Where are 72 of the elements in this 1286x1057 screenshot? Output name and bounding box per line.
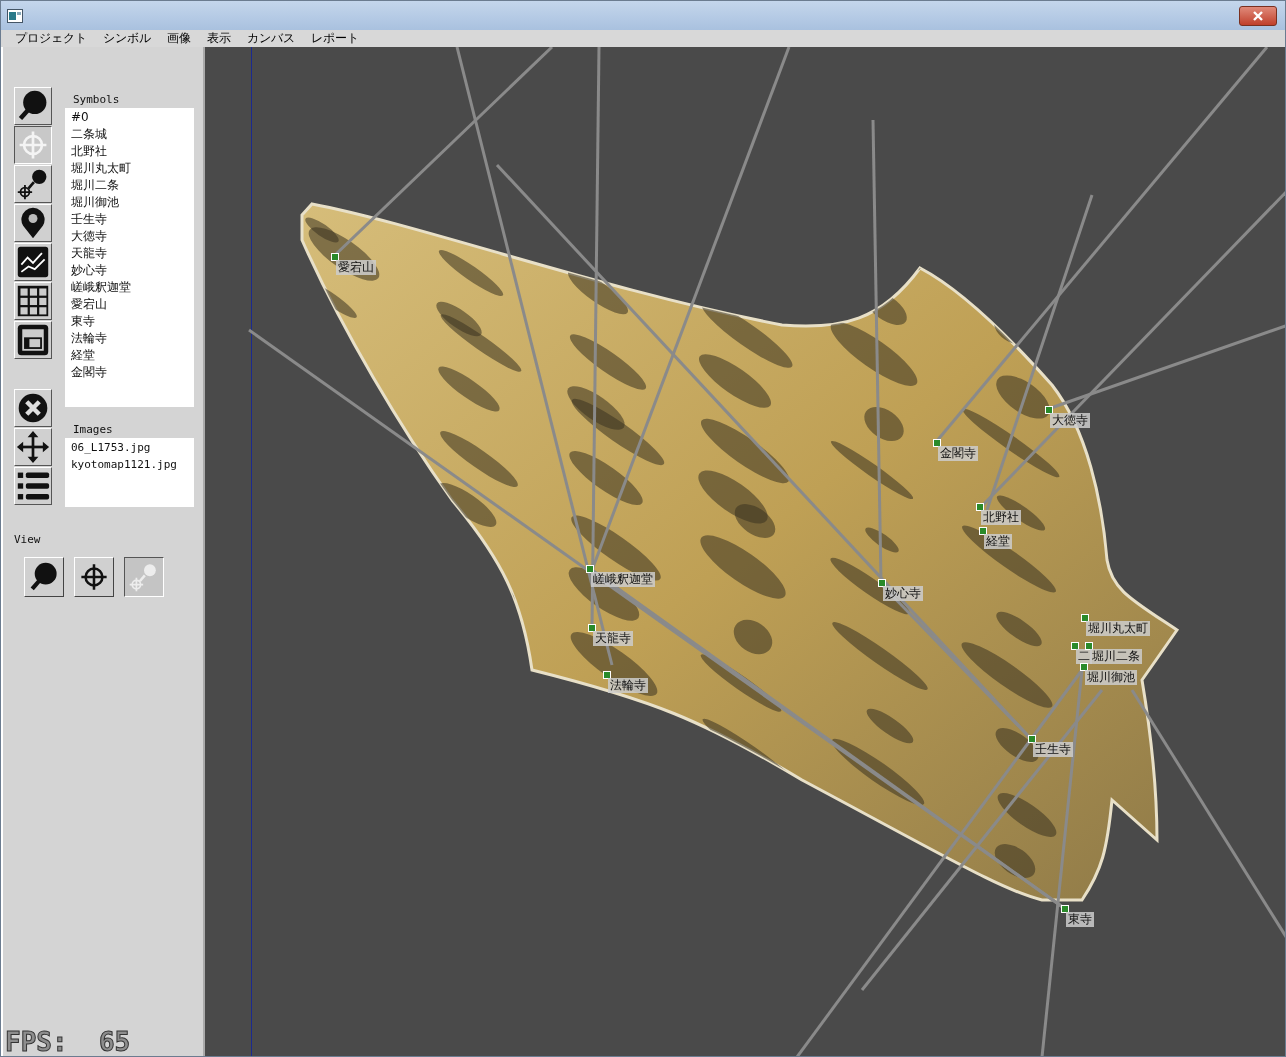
symbol-item[interactable]: 東寺 <box>71 313 188 330</box>
fps-counter: FPS: 65 <box>5 1028 131 1056</box>
marker-label: 法輪寺 <box>608 678 648 693</box>
marker-icon[interactable] <box>331 253 339 261</box>
marker-icon[interactable] <box>979 527 987 535</box>
menu-item[interactable]: レポート <box>303 30 367 47</box>
close-button[interactable] <box>1239 5 1277 26</box>
symbol-item[interactable]: 壬生寺 <box>71 211 188 228</box>
marker-label: 堀川御池 <box>1085 670 1137 685</box>
app-icon <box>7 8 23 23</box>
image-item[interactable]: kyotomap1121.jpg <box>71 456 188 473</box>
symbol-item[interactable]: 堀川二条 <box>71 177 188 194</box>
menu-item[interactable]: 表示 <box>199 30 239 47</box>
images-label: Images <box>73 423 113 436</box>
menu-item[interactable]: プロジェクト <box>7 30 95 47</box>
menu-item[interactable]: シンボル <box>95 30 159 47</box>
view-label: View <box>14 533 41 546</box>
target-tool-button[interactable] <box>14 126 52 164</box>
symbol-item[interactable]: 愛宕山 <box>71 296 188 313</box>
menu-item[interactable]: 画像 <box>159 30 199 47</box>
marker-icon[interactable] <box>603 671 611 679</box>
marker-icon[interactable] <box>1028 735 1036 743</box>
pin-tool-button[interactable] <box>14 204 52 242</box>
move-tool-button[interactable] <box>14 428 52 466</box>
symbol-item[interactable]: 法輪寺 <box>71 330 188 347</box>
marker-icon[interactable] <box>933 439 941 447</box>
symbol-item[interactable]: 北野社 <box>71 143 188 160</box>
marker-icon[interactable] <box>1071 642 1079 650</box>
search-view-button[interactable] <box>24 557 64 597</box>
symbol-item[interactable]: 堀川丸太町 <box>71 160 188 177</box>
marker-label: 北野社 <box>981 510 1021 525</box>
search-tool-button[interactable] <box>14 87 52 125</box>
menu-item[interactable]: カンバス <box>239 30 303 47</box>
marker-label: 天龍寺 <box>593 631 633 646</box>
marker-label: 金閣寺 <box>938 446 978 461</box>
grid-tool-button[interactable] <box>14 282 52 320</box>
marker-label: 愛宕山 <box>336 260 376 275</box>
marker-icon[interactable] <box>1080 663 1088 671</box>
marker-icon[interactable] <box>1085 642 1093 650</box>
marker-icon[interactable] <box>1045 406 1053 414</box>
close-icon <box>1251 9 1265 22</box>
marker-label: 堀川二条 <box>1090 649 1142 664</box>
target-view-button[interactable] <box>74 557 114 597</box>
search-target-tool-button[interactable] <box>14 165 52 203</box>
layout-tool-button[interactable] <box>14 321 52 359</box>
close-tool-button[interactable] <box>14 389 52 427</box>
symbol-item[interactable]: 妙心寺 <box>71 262 188 279</box>
symbol-item[interactable]: #0 <box>71 109 188 126</box>
symbol-item[interactable]: 嵯峨釈迦堂 <box>71 279 188 296</box>
marker-icon[interactable] <box>976 503 984 511</box>
marker-label: 東寺 <box>1066 912 1094 927</box>
marker-icon[interactable] <box>588 624 596 632</box>
marker-label: 妙心寺 <box>883 586 923 601</box>
symbol-item[interactable]: 大徳寺 <box>71 228 188 245</box>
symbol-item[interactable]: 経堂 <box>71 347 188 364</box>
symbol-item[interactable]: 天龍寺 <box>71 245 188 262</box>
list-tool-button[interactable] <box>14 467 52 505</box>
marker-label: 堀川丸太町 <box>1086 621 1150 636</box>
marker-icon[interactable] <box>1061 905 1069 913</box>
marker-icon[interactable] <box>878 579 886 587</box>
symbol-item[interactable]: 二条城 <box>71 126 188 143</box>
marker-label: 経堂 <box>984 534 1012 549</box>
marker-icon[interactable] <box>586 565 594 573</box>
symbols-label: Symbols <box>73 93 120 106</box>
marker-icon[interactable] <box>1081 614 1089 622</box>
chart-tool-button[interactable] <box>14 243 52 281</box>
marker-label: 壬生寺 <box>1033 742 1073 757</box>
symbol-item[interactable]: 金閣寺 <box>71 364 188 381</box>
marker-label: 大徳寺 <box>1050 413 1090 428</box>
marker-label: 嵯峨釈迦堂 <box>591 572 655 587</box>
symbol-item[interactable]: 堀川御池 <box>71 194 188 211</box>
image-item[interactable]: 06_L1753.jpg <box>71 439 188 456</box>
